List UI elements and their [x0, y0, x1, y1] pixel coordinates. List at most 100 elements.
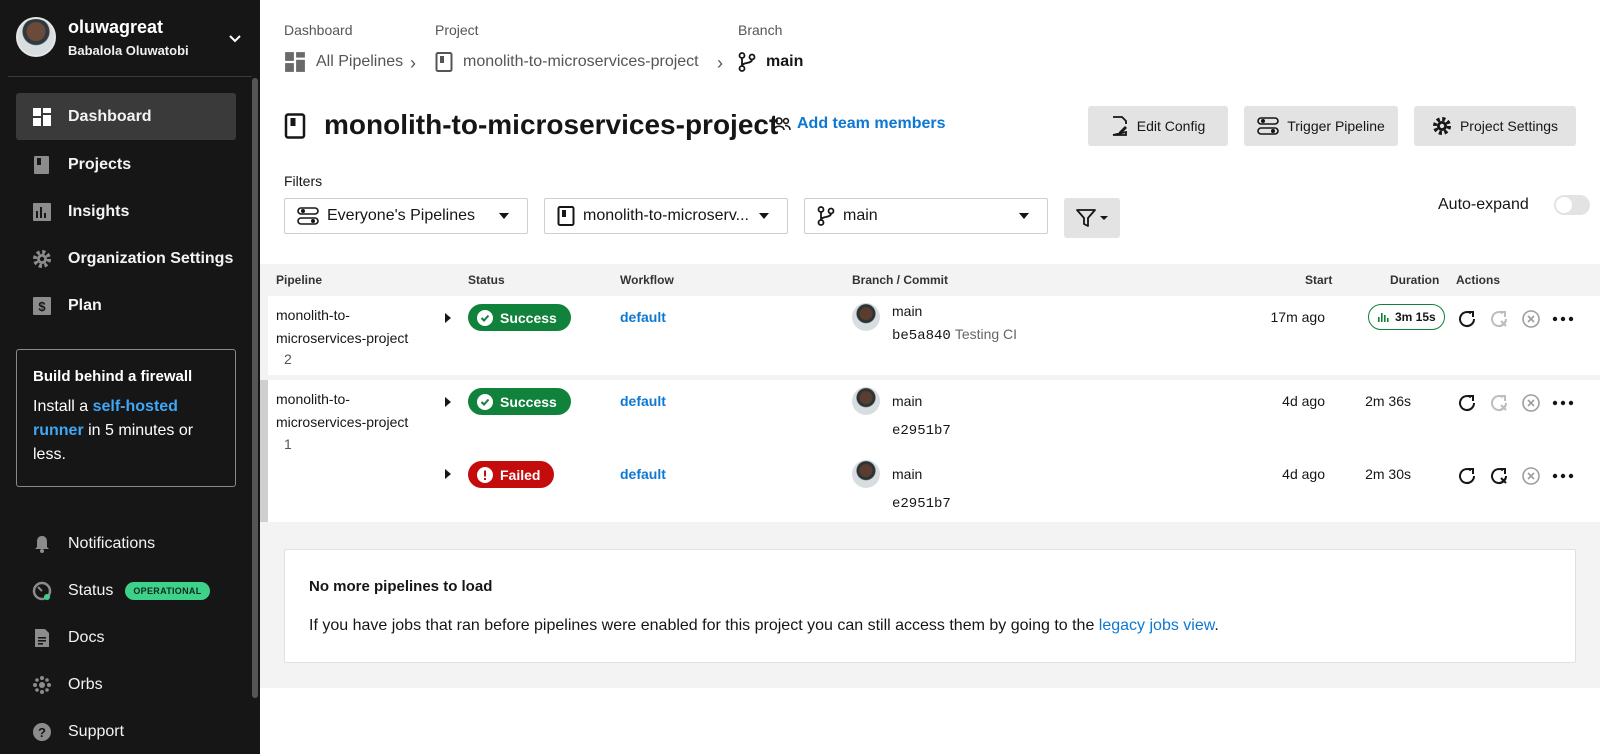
- breadcrumb-all-pipelines-label: All Pipelines: [316, 53, 404, 70]
- filter-icon: [1076, 209, 1108, 227]
- sidebar-item-label: Projects: [68, 155, 132, 173]
- breadcrumb-dashboard-label: Dashboard: [284, 22, 353, 38]
- status-badge: OPERATIONAL: [125, 581, 210, 600]
- pipelines-filter-select[interactable]: Everyone's Pipelines: [284, 198, 528, 234]
- commit-info[interactable]: be5a840 Testing CI: [892, 326, 1017, 344]
- pipeline-number: 2: [284, 351, 292, 367]
- legacy-jobs-view-link[interactable]: legacy jobs view: [1099, 617, 1215, 634]
- branch-name[interactable]: main: [892, 303, 922, 319]
- user-menu[interactable]: oluwagreat Babalola Oluwatobi: [16, 17, 252, 59]
- promo-text-before: Install a: [33, 398, 93, 415]
- advanced-filter-button[interactable]: [1064, 198, 1120, 238]
- commit-hash[interactable]: e2951b7: [892, 423, 951, 439]
- breadcrumb-project[interactable]: monolith-to-microservices-project: [435, 50, 699, 74]
- edit-file-icon: [1111, 116, 1129, 136]
- commit-hash[interactable]: e2951b7: [892, 496, 951, 512]
- pipeline-name[interactable]: monolith-to-microservices-project: [276, 304, 436, 350]
- user-full-name: Babalola Oluwatobi: [68, 43, 189, 58]
- sidebar-item-organization-settings[interactable]: Organization Settings: [16, 235, 236, 282]
- more-options-icon[interactable]: [1551, 391, 1575, 415]
- filters-label: Filters: [284, 173, 323, 189]
- start-time: 4d ago: [1282, 466, 1325, 482]
- sidebar-item-label: Orbs: [68, 675, 103, 693]
- pipeline-name[interactable]: monolith-to-microservices-project: [276, 388, 436, 434]
- add-team-members-link[interactable]: Add team members: [773, 115, 946, 133]
- breadcrumb-branch-name: main: [766, 53, 804, 70]
- duration-insights-chip[interactable]: 3m 15s: [1368, 304, 1445, 330]
- branch-filter-value: main: [843, 207, 878, 224]
- sidebar-item-label: Plan: [68, 296, 102, 314]
- branch-name[interactable]: main: [892, 466, 922, 482]
- status-label: Success: [500, 309, 557, 326]
- dashboard-icon: [32, 107, 52, 127]
- sidebar-item-projects[interactable]: Projects: [16, 141, 236, 188]
- breadcrumb-branch[interactable]: main: [738, 50, 803, 74]
- rerun-icon[interactable]: [1455, 464, 1479, 488]
- status-badge-success[interactable]: Success: [468, 304, 571, 331]
- rerun-icon[interactable]: [1455, 307, 1479, 331]
- more-options-icon[interactable]: [1551, 307, 1575, 331]
- orbs-icon: [32, 675, 52, 695]
- sidebar-item-label: Support: [68, 722, 125, 740]
- branch-name[interactable]: main: [892, 393, 922, 409]
- status-badge-failed[interactable]: Failed: [468, 461, 555, 488]
- rerun-failed-icon: [1487, 391, 1511, 415]
- rerun-icon[interactable]: [1455, 391, 1479, 415]
- breadcrumb-project-label: Project: [435, 22, 479, 38]
- avatar: [852, 387, 880, 415]
- expand-arrow-icon[interactable]: [445, 313, 451, 323]
- bell-icon: [32, 534, 52, 554]
- sidebar-item-insights[interactable]: Insights: [16, 188, 236, 235]
- sidebar-item-plan[interactable]: $ Plan: [16, 282, 236, 329]
- firewall-promo: Build behind a firewall Install a self-h…: [16, 349, 236, 487]
- breadcrumb-all-pipelines[interactable]: All Pipelines: [284, 50, 403, 74]
- start-time: 17m ago: [1270, 309, 1325, 325]
- sidebar-item-label: Docs: [68, 628, 105, 646]
- expand-arrow-icon[interactable]: [445, 469, 451, 479]
- cancel-icon: [1519, 391, 1543, 415]
- status-badge-success[interactable]: Success: [468, 388, 571, 415]
- divider: [8, 76, 252, 77]
- svg-text:?: ?: [38, 725, 46, 740]
- auto-expand-toggle[interactable]: [1554, 195, 1590, 215]
- project-settings-label: Project Settings: [1459, 118, 1559, 134]
- trigger-pipeline-button[interactable]: Trigger Pipeline: [1244, 106, 1398, 146]
- edit-config-button[interactable]: Edit Config: [1088, 106, 1228, 146]
- sidebar-item-notifications[interactable]: Notifications: [16, 520, 236, 567]
- chevron-right-icon: ›: [410, 53, 416, 73]
- column-header-branch-commit: Branch / Commit: [852, 273, 949, 287]
- column-header-start: Start: [1305, 273, 1333, 287]
- sidebar: oluwagreat Babalola Oluwatobi Dashboard …: [0, 0, 260, 754]
- breadcrumb-project-name: monolith-to-microservices-project: [463, 53, 699, 70]
- check-circle-icon: [477, 309, 493, 326]
- sidebar-item-label: Notifications: [68, 534, 156, 552]
- avatar: [16, 17, 56, 57]
- project-settings-button[interactable]: Project Settings: [1414, 106, 1576, 146]
- chevron-down-icon[interactable]: [226, 29, 244, 47]
- column-header-workflow: Workflow: [620, 273, 674, 287]
- page-title: monolith-to-microservices-project: [324, 109, 779, 140]
- column-header-actions: Actions: [1456, 273, 1501, 287]
- column-header-duration: Duration: [1390, 273, 1440, 287]
- rerun-failed-icon[interactable]: [1487, 464, 1511, 488]
- row-group-accent: [260, 380, 268, 522]
- cancel-icon: [1519, 464, 1543, 488]
- sidebar-item-orbs[interactable]: Orbs: [16, 661, 236, 708]
- sidebar-item-docs[interactable]: Docs: [16, 614, 236, 661]
- dollar-icon: $: [32, 296, 52, 316]
- sidebar-scrollbar[interactable]: [252, 78, 258, 698]
- branch-filter-select[interactable]: main: [804, 198, 1048, 234]
- sidebar-item-status[interactable]: Status OPERATIONAL: [16, 567, 236, 614]
- more-options-icon[interactable]: [1551, 464, 1575, 488]
- expand-arrow-icon[interactable]: [445, 397, 451, 407]
- start-time: 4d ago: [1282, 393, 1325, 409]
- cancel-icon: [1519, 307, 1543, 331]
- username: oluwagreat: [68, 17, 164, 37]
- promo-text: Install a self-hosted runner in 5 minute…: [33, 395, 219, 467]
- sidebar-item-support[interactable]: ? Support: [16, 708, 236, 754]
- workflow-link[interactable]: default: [620, 309, 666, 325]
- workflow-link[interactable]: default: [620, 393, 666, 409]
- sidebar-item-dashboard[interactable]: Dashboard: [16, 93, 236, 140]
- workflow-link[interactable]: default: [620, 466, 666, 482]
- project-filter-select[interactable]: monolith-to-microserv...: [544, 198, 788, 234]
